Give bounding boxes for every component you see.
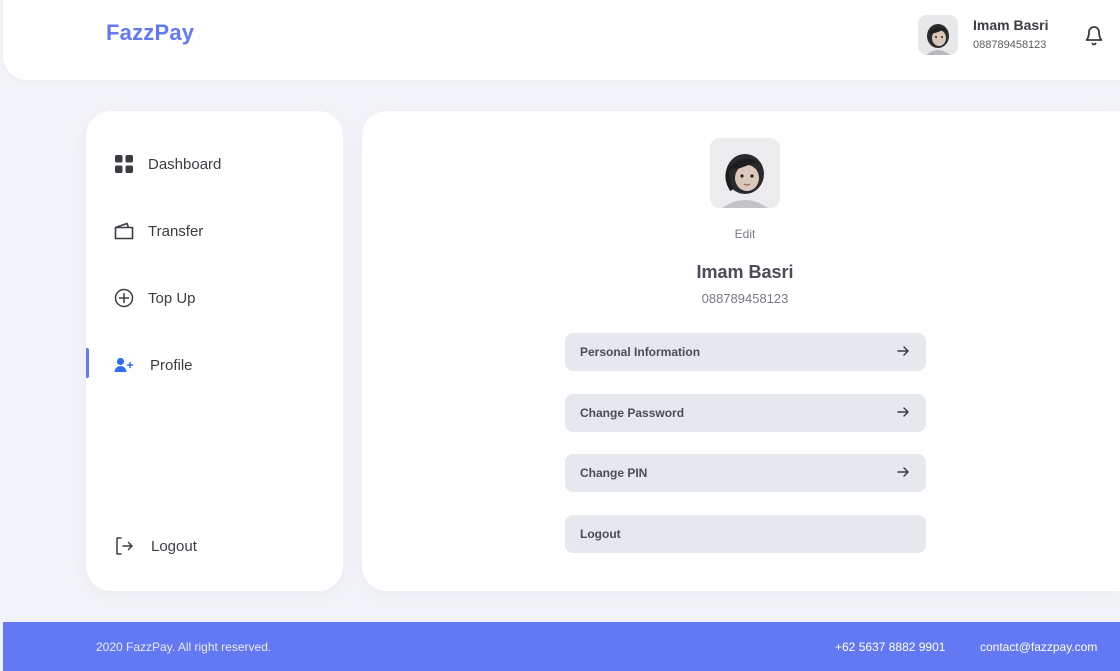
change-password-button[interactable]: Change Password xyxy=(565,394,926,432)
sidebar-item-dashboard[interactable]: Dashboard xyxy=(86,147,343,181)
edit-profile-link[interactable]: Edit xyxy=(362,227,1120,241)
logout-icon xyxy=(114,536,134,556)
button-label: Logout xyxy=(580,527,621,541)
profile-name: Imam Basri xyxy=(696,262,794,282)
sidebar-item-label: Profile xyxy=(150,356,193,374)
wallet-icon xyxy=(114,221,134,241)
top-header: FazzPay Imam Basri 088789458123 xyxy=(3,0,1120,80)
brand-logo[interactable]: FazzPay xyxy=(106,20,194,46)
sidebar-item-label: Top Up xyxy=(148,289,196,307)
sidebar: Dashboard Transfer Top Up Profile Logout xyxy=(86,111,343,591)
footer-copyright: 2020 FazzPay. All right reserved. xyxy=(96,640,272,654)
button-label: Change PIN xyxy=(580,466,648,480)
user-add-icon xyxy=(114,355,134,375)
active-indicator xyxy=(86,348,89,378)
footer: 2020 FazzPay. All right reserved. +62 56… xyxy=(3,622,1120,671)
sidebar-logout[interactable]: Logout xyxy=(86,529,343,563)
bell-icon[interactable] xyxy=(1083,24,1105,48)
button-label: Change Password xyxy=(580,406,685,420)
change-pin-button[interactable]: Change PIN xyxy=(565,454,926,492)
sidebar-item-transfer[interactable]: Transfer xyxy=(86,214,343,248)
button-label: Personal Information xyxy=(580,345,701,359)
header-user-name: Imam Basri xyxy=(973,17,1049,33)
sidebar-logout-label: Logout xyxy=(151,537,197,555)
arrow-right-icon xyxy=(897,346,909,356)
logout-button[interactable]: Logout xyxy=(565,515,926,553)
user-avatar[interactable] xyxy=(918,15,958,55)
plus-circle-icon xyxy=(114,288,134,308)
footer-phone[interactable]: +62 5637 8882 9901 xyxy=(835,640,945,654)
personal-information-button[interactable]: Personal Information xyxy=(565,333,926,371)
grid-icon xyxy=(114,154,134,174)
sidebar-item-label: Dashboard xyxy=(148,155,222,173)
sidebar-item-label: Transfer xyxy=(148,222,204,240)
header-user-phone: 088789458123 xyxy=(973,39,1047,51)
sidebar-item-top-up[interactable]: Top Up xyxy=(86,281,343,315)
footer-email[interactable]: contact@fazzpay.com xyxy=(980,640,1097,654)
profile-avatar[interactable] xyxy=(710,138,780,208)
profile-phone: 088789458123 xyxy=(701,291,789,306)
sidebar-item-profile[interactable]: Profile xyxy=(86,348,343,382)
arrow-right-icon xyxy=(897,467,909,477)
profile-card: Edit Imam Basri 088789458123 Personal In… xyxy=(362,111,1120,591)
arrow-right-icon xyxy=(897,407,909,417)
